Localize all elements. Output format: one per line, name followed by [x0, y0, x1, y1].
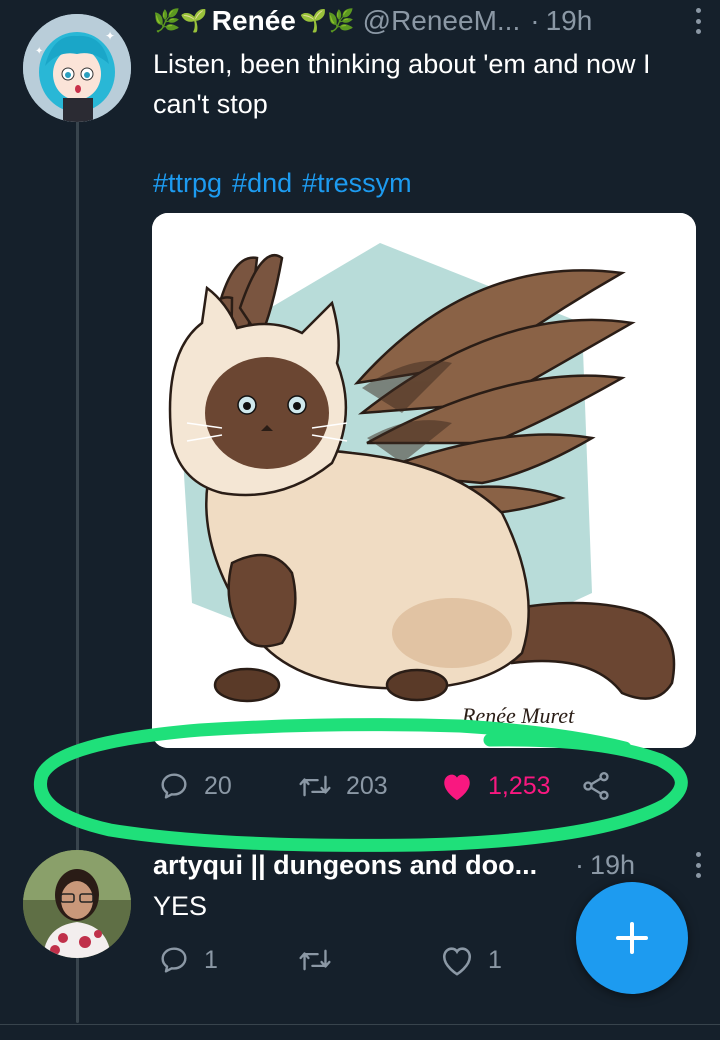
- tweet-actions: 20 203 1,253: [158, 770, 618, 810]
- hashtag-link[interactable]: #dnd: [232, 168, 292, 198]
- divider: [0, 1024, 720, 1025]
- more-icon[interactable]: [694, 852, 702, 878]
- svg-text:✦: ✦: [35, 46, 43, 57]
- retweet-count: 203: [346, 771, 388, 800]
- retweet-icon: [299, 949, 331, 971]
- reply-like-button[interactable]: 1: [440, 944, 502, 976]
- tweet-image[interactable]: Renée Muret: [152, 213, 696, 748]
- reply-button[interactable]: 20: [158, 770, 232, 802]
- reply-text: YES: [153, 891, 208, 921]
- winged-cat-illustration: Renée Muret: [152, 213, 696, 748]
- separator-dot: ·: [575, 849, 584, 880]
- tweet-text: Listen, been thinking about 'em and now …: [153, 49, 651, 119]
- retweet-button[interactable]: 203: [298, 770, 388, 802]
- image-signature: Renée Muret: [461, 703, 575, 728]
- share-button[interactable]: [580, 770, 626, 802]
- reply-reply-count: 1: [204, 945, 218, 974]
- more-icon[interactable]: [694, 8, 702, 34]
- reply-time[interactable]: 19h: [590, 850, 635, 881]
- tweet-time[interactable]: 19h: [546, 5, 593, 37]
- heart-icon: [444, 774, 470, 801]
- heart-icon: [442, 947, 472, 976]
- author-avatar[interactable]: ✦ ✦: [23, 14, 131, 122]
- hashtag-link[interactable]: #tressym: [302, 168, 412, 198]
- reply-count: 20: [204, 771, 232, 800]
- reply-author-name[interactable]: artyqui || dungeons and doo...: [153, 850, 565, 881]
- compose-button[interactable]: [576, 882, 688, 994]
- tweet-header: 🌿🌱 Renée 🌱🌿 @ReneeM... · 19h: [153, 2, 702, 40]
- reply-icon: [161, 773, 187, 799]
- like-count: 1,253: [488, 771, 551, 800]
- reply-actions: 1 1: [158, 944, 618, 984]
- author-name[interactable]: Renée: [212, 5, 296, 37]
- reply-like-count: 1: [488, 945, 502, 974]
- sprout-emoji-left: 🌿🌱: [153, 8, 208, 33]
- hashtag-link[interactable]: #ttrpg: [153, 168, 222, 198]
- like-button[interactable]: 1,253: [440, 770, 551, 802]
- reply-icon: [161, 947, 187, 973]
- share-icon: [583, 772, 609, 800]
- author-handle[interactable]: @ReneeM...: [363, 5, 521, 37]
- reply-reply-button[interactable]: 1: [158, 944, 218, 976]
- compose-plus-icon: [616, 922, 648, 954]
- reply-retweet-button[interactable]: [298, 944, 346, 976]
- sprout-emoji-right: 🌱🌿: [299, 8, 355, 33]
- svg-text:✦: ✦: [105, 29, 115, 43]
- reply-author-avatar[interactable]: [23, 850, 131, 958]
- retweet-icon: [299, 775, 331, 797]
- hashtags: #ttrpg #dnd #tressym: [153, 163, 422, 203]
- reply-header: artyqui || dungeons and doo... · 19h: [153, 846, 702, 884]
- separator-dot: ·: [530, 5, 540, 36]
